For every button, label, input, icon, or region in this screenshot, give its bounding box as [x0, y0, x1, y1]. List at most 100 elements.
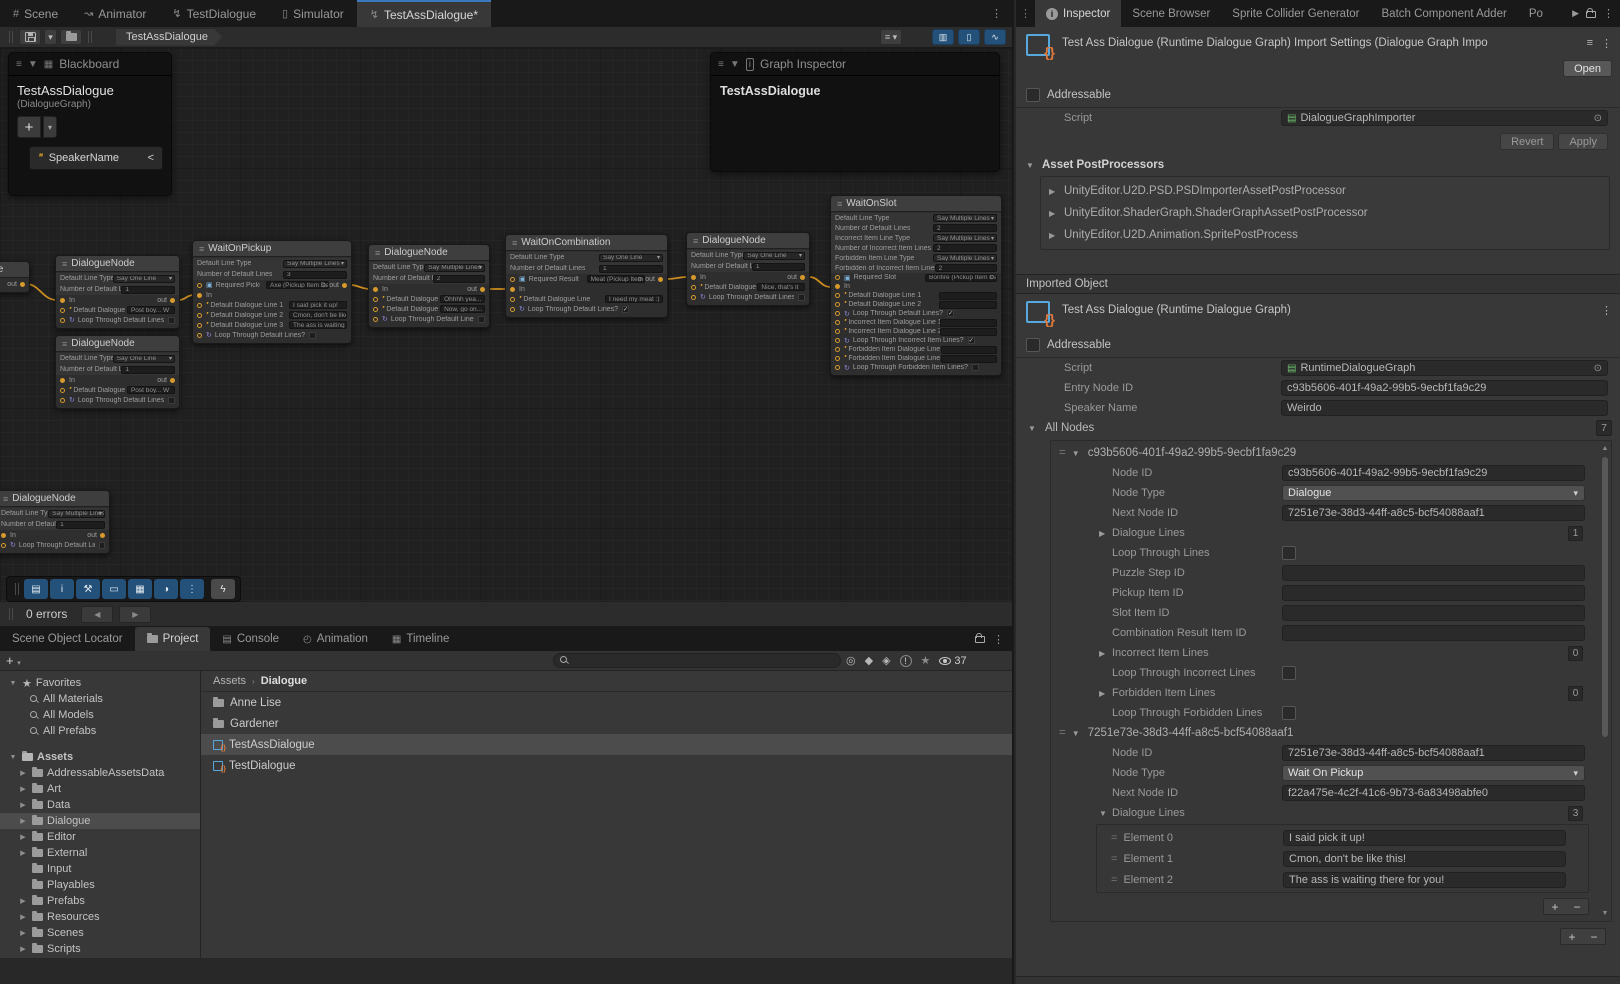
node-field[interactable]: 2: [933, 244, 997, 252]
node-row[interactable]: Number of Incorrect Item Lines2: [831, 243, 1001, 253]
node-row[interactable]: Default Dialogue Line 2Now, go on...: [369, 304, 489, 314]
node-field[interactable]: Say Multiple Lines: [933, 234, 997, 242]
tree-folder[interactable]: ▶Scripts: [0, 941, 200, 957]
addressable-checkbox[interactable]: [1026, 88, 1040, 102]
drag-handle-icon[interactable]: =: [1059, 447, 1066, 459]
node-checkbox[interactable]: [99, 542, 105, 549]
inspector-menu-icon[interactable]: ⋮: [1603, 7, 1614, 20]
panel-drag-icon[interactable]: ⋮: [1016, 0, 1035, 27]
node-row[interactable]: Default Dialogue Line 1Ohhhh yea...: [369, 294, 489, 304]
errorbar-drag-handle[interactable]: [9, 608, 13, 620]
port-dot[interactable]: [510, 277, 515, 282]
node-row[interactable]: Forbidden Item Dialogue Line 1: [831, 345, 1001, 354]
port-dot[interactable]: [691, 295, 696, 300]
node-row[interactable]: Number of Default Lines1: [0, 519, 109, 530]
node-checkbox[interactable]: [309, 332, 316, 339]
port-dot[interactable]: [373, 297, 378, 302]
value-field[interactable]: 7251e73e-38d3-44ff-a8c5-bcf54088aaf1: [1282, 745, 1585, 761]
drag-handle-icon[interactable]: ≡: [16, 59, 22, 70]
node-field[interactable]: Say Multiple Lines: [933, 214, 997, 222]
node-field[interactable]: [941, 355, 997, 363]
node-field[interactable]: 2: [433, 275, 485, 283]
foldout-arrow[interactable]: ▶: [18, 785, 28, 793]
foldout-arrow[interactable]: ▼: [1072, 449, 1082, 458]
label-filter-icon[interactable]: ◈: [882, 654, 890, 667]
console-panel-toggle[interactable]: ▤: [24, 579, 48, 599]
tree-folder[interactable]: ▶Dialogue: [0, 813, 200, 829]
nodes-scrollbar[interactable]: ▲ ▼: [1600, 445, 1610, 917]
property-collapse-chevron[interactable]: <: [148, 152, 154, 164]
node-row[interactable]: In: [506, 284, 667, 294]
out-port-dot[interactable]: [170, 298, 175, 303]
open-button[interactable]: Open: [1563, 60, 1612, 77]
port-dot[interactable]: [60, 318, 65, 323]
tab-scene-browser[interactable]: Scene Browser: [1121, 0, 1221, 27]
port-dot[interactable]: [60, 298, 65, 303]
asset-row[interactable]: TestDialogue: [201, 755, 1012, 776]
foldout-arrow[interactable]: ▶: [18, 801, 28, 809]
scroll-up-arrow[interactable]: ▲: [1600, 445, 1610, 452]
save-button[interactable]: [19, 29, 41, 45]
out-port-dot[interactable]: [800, 275, 805, 280]
value-field[interactable]: 7251e73e-38d3-44ff-a8c5-bcf54088aaf1: [1282, 505, 1585, 521]
foldout-arrow[interactable]: ▶: [18, 849, 28, 857]
node-row[interactable]: Loop Through Default Lines?: [56, 315, 179, 325]
node-row[interactable]: Required SlotBonfire (Pickup Item Data): [831, 273, 1001, 282]
tab-scene[interactable]: #Scene: [0, 0, 71, 27]
foldout-arrow[interactable]: ▶: [18, 929, 28, 937]
node-row[interactable]: Forbidden Item Dialogue Line 2: [831, 354, 1001, 363]
node-group-header[interactable]: = ▼ 7251e73e-38d3-44ff-a8c5-bcf54088aaf1: [1051, 723, 1599, 743]
package-filter-icon[interactable]: ◆: [865, 654, 873, 667]
node-field[interactable]: I said pick it up!: [289, 301, 347, 309]
value-field[interactable]: c93b5606-401f-49a2-99b5-9ecbf1fa9c29: [1282, 465, 1585, 481]
node-field[interactable]: Bonfire (Pickup Item Data): [925, 274, 997, 282]
node-row[interactable]: Number of Default Lines1: [506, 263, 667, 274]
node-row[interactable]: Loop Through Default Lines?: [193, 330, 351, 340]
graph-node-waitoncombination[interactable]: ≡WaitOnCombination Default Line TypeSay …: [505, 234, 668, 318]
node-checkbox[interactable]: [972, 364, 979, 371]
node-row[interactable]: SpeakerNameout: [0, 279, 29, 289]
tab-testassdialogue[interactable]: ↯TestAssDialogue*: [357, 0, 491, 27]
addressable-checkbox[interactable]: [1026, 338, 1040, 352]
node-field[interactable]: Say One Line: [113, 355, 175, 363]
array-remove-button[interactable]: −: [1566, 899, 1588, 914]
graph-node-waitonslot[interactable]: ≡WaitOnSlot Default Line TypeSay Multipl…: [830, 195, 1002, 376]
next-error-button[interactable]: ▶: [119, 606, 151, 623]
port-dot[interactable]: [835, 320, 840, 325]
node-row[interactable]: Number of Default Lines1: [56, 284, 179, 295]
search-by-type-icon[interactable]: ◎: [846, 654, 856, 667]
foldout-arrow[interactable]: ▼: [8, 680, 18, 687]
out-port-dot[interactable]: [100, 533, 105, 538]
port-dot[interactable]: [60, 378, 65, 383]
out-port-dot[interactable]: [20, 282, 25, 287]
value-field[interactable]: Weirdo: [1281, 400, 1608, 416]
node-row[interactable]: Default Dialogue Line 1: [831, 291, 1001, 300]
port-dot[interactable]: [691, 285, 696, 290]
breadcrumb[interactable]: TestAssDialogue: [116, 29, 222, 46]
node-field[interactable]: Axe (Pickup Item Data): [266, 281, 329, 289]
scroll-down-arrow[interactable]: ▼: [1600, 910, 1610, 917]
node-field[interactable]: 3: [283, 271, 347, 279]
node-row[interactable]: Inout: [0, 530, 109, 540]
tab-scroll-arrow[interactable]: ▶: [1572, 8, 1579, 19]
info-panel-toggle[interactable]: i: [50, 579, 74, 599]
favorites-item[interactable]: All Models: [0, 707, 200, 723]
collapse-icon[interactable]: ▼: [28, 59, 38, 70]
node-row[interactable]: Number of Default Lines1: [687, 261, 809, 272]
foldout-arrow[interactable]: ▼: [8, 754, 18, 761]
value-field[interactable]: [1282, 625, 1585, 641]
port-dot[interactable]: [835, 275, 840, 280]
port-dot[interactable]: [835, 347, 840, 352]
port-dot[interactable]: [373, 287, 378, 292]
node-row[interactable]: Loop Through Default Lines?: [56, 395, 179, 405]
prev-error-button[interactable]: ◀: [81, 606, 113, 623]
tab-inspector[interactable]: iInspector: [1035, 0, 1121, 27]
node-row[interactable]: Loop Through Default Lines?: [687, 292, 809, 302]
node-row[interactable]: Loop Through Default Lines?✓: [506, 304, 667, 314]
node-row[interactable]: Default Line TypeSay Multiple Lines: [0, 508, 109, 519]
graph-node-waitonpickup[interactable]: ≡WaitOnPickup Default Line TypeSay Multi…: [192, 240, 352, 344]
node-row[interactable]: Inout: [56, 295, 179, 305]
foldout-arrow[interactable]: ▼: [1026, 161, 1036, 170]
node-row[interactable]: Default Dialogue LineNice, that's it: [687, 282, 809, 292]
create-asset-button[interactable]: + ▾: [6, 653, 21, 668]
